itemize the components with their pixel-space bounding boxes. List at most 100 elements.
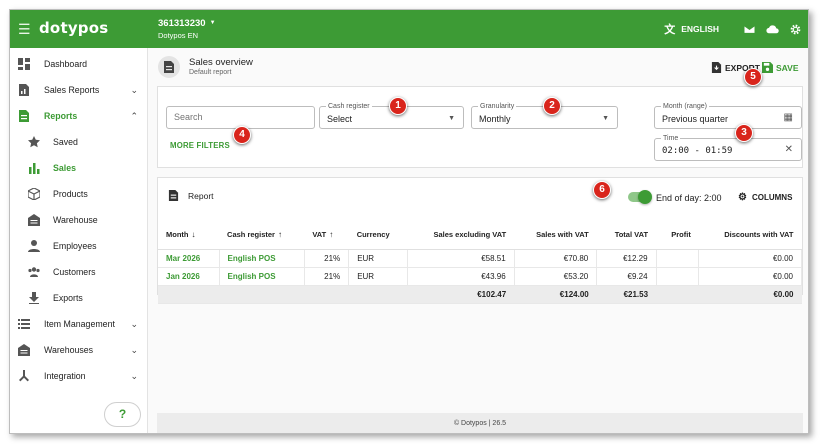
chevron-down-icon: ⌄ xyxy=(130,344,138,355)
table-cell xyxy=(158,285,220,304)
translate-icon: 文 xyxy=(664,24,676,36)
footer: © Dotypos | 26.5 xyxy=(157,413,803,433)
column-header-cash-register[interactable]: Cash register ↑ xyxy=(219,221,305,250)
column-header-currency[interactable]: Currency xyxy=(348,221,408,250)
sidebar-item-label: Products xyxy=(53,189,88,199)
table-cell xyxy=(656,249,700,268)
table-cell: €9.24 xyxy=(596,267,657,286)
sidebar-item-label: Warehouses xyxy=(44,345,94,355)
column-header-sales-with-vat[interactable]: Sales with VAT xyxy=(514,221,597,250)
columns-button[interactable]: ⚙ COLUMNS xyxy=(738,192,792,203)
sidebar-item-warehouses[interactable]: Warehouses ⌄ xyxy=(10,337,148,363)
sidebar-item-label: Dashboard xyxy=(44,59,88,69)
sidebar-item-label: Warehouse xyxy=(53,215,98,225)
document-icon xyxy=(168,190,179,201)
callout-badge-3: 3 xyxy=(735,124,753,142)
field-value: Monthly xyxy=(479,114,511,124)
calendar-icon[interactable]: ▦ xyxy=(784,112,793,123)
total-vat: €21.53 xyxy=(596,285,657,304)
total-sales-with-vat: €124.00 xyxy=(514,285,597,304)
table-header-row: Month ↓ Cash register ↑ VAT ↑ Currency Sale… xyxy=(158,221,802,250)
end-of-day-toggle[interactable] xyxy=(628,190,652,204)
report-header: Report xyxy=(168,190,214,201)
sidebar-item-saved[interactable]: Saved xyxy=(10,129,148,155)
table-cell xyxy=(656,285,699,304)
gear-icon: ⚙ xyxy=(738,192,747,203)
list-icon xyxy=(18,319,30,329)
sidebar-item-dashboard[interactable]: Dashboard xyxy=(10,51,148,77)
caret-down-icon: ▼ xyxy=(209,20,216,26)
document-icon xyxy=(158,56,180,78)
warehouse-icon xyxy=(18,344,30,356)
close-icon[interactable]: ✕ xyxy=(785,144,793,155)
bar-chart-icon xyxy=(29,163,40,174)
dropdown-arrow-icon: ▼ xyxy=(602,115,609,122)
cloud-icon[interactable] xyxy=(766,23,779,36)
mail-icon[interactable] xyxy=(743,23,756,36)
field-label: Granularity xyxy=(478,102,517,111)
search-input[interactable] xyxy=(174,112,294,122)
sidebar-item-employees[interactable]: Employees xyxy=(10,233,148,259)
sidebar-item-sales-reports[interactable]: Sales Reports ⌄ xyxy=(10,77,148,103)
table-cell: €58.51 xyxy=(407,249,515,268)
total-discounts: €0.00 xyxy=(698,285,802,304)
sidebar-item-customers[interactable]: Customers xyxy=(10,259,148,285)
totals-row: €102.47 €124.00 €21.53 €0.00 xyxy=(158,285,802,304)
table-cell xyxy=(656,267,700,286)
star-icon xyxy=(28,136,40,148)
table-cell xyxy=(304,285,349,304)
time-range-field[interactable]: Time 02:00 - 01:59 ✕ xyxy=(654,134,802,161)
filters-panel: Cash register Select ▼ Granularity Month… xyxy=(157,86,803,168)
report-card: Report End of day: 2:00 ⚙ COLUMNS Month ↓… xyxy=(157,177,803,304)
column-header-vat[interactable]: VAT ↑ xyxy=(304,221,349,250)
month-link[interactable]: Mar 2026 xyxy=(158,249,220,268)
sidebar-item-label: Employees xyxy=(53,241,97,251)
report-icon xyxy=(19,84,29,96)
floppy-icon xyxy=(762,62,773,73)
app-window: ☰ dotypos 361313230 ▼ Dotypos EN 文 ENGLIS… xyxy=(9,9,809,434)
menu-icon[interactable]: ☰ xyxy=(18,22,31,36)
month-link[interactable]: Jan 2026 xyxy=(158,267,220,286)
sidebar-item-item-management[interactable]: Item Management ⌄ xyxy=(10,311,148,337)
account-switcher[interactable]: 361313230 ▼ Dotypos EN xyxy=(158,18,216,40)
top-bar: ☰ dotypos 361313230 ▼ Dotypos EN 文 ENGLIS… xyxy=(10,10,808,48)
sidebar-item-products[interactable]: Products xyxy=(10,181,148,207)
help-button[interactable]: ? xyxy=(104,402,141,427)
table-cell: €0.00 xyxy=(698,267,802,286)
page-title: Sales overview xyxy=(189,57,253,68)
column-header-discounts[interactable]: Discounts with VAT xyxy=(698,221,802,250)
logo: dotypos xyxy=(39,19,109,37)
sidebar-item-integration[interactable]: Integration ⌄ xyxy=(10,363,148,389)
column-header-sales-excl-vat[interactable]: Sales excluding VAT xyxy=(407,221,515,250)
field-label: Month (range) xyxy=(661,102,709,111)
cash-register-link[interactable]: English POS xyxy=(219,267,305,286)
box-icon xyxy=(28,188,40,200)
sidebar-item-exports[interactable]: Exports xyxy=(10,285,148,311)
sidebar-item-warehouse[interactable]: Warehouse xyxy=(10,207,148,233)
table-cell xyxy=(219,285,305,304)
table-cell xyxy=(348,285,408,304)
sidebar-item-label: Saved xyxy=(53,137,78,147)
column-header-month[interactable]: Month ↓ xyxy=(158,221,220,250)
language-button[interactable]: 文 ENGLISH xyxy=(664,21,719,37)
cash-register-link[interactable]: English POS xyxy=(219,249,305,268)
gear-icon[interactable] xyxy=(789,23,802,36)
dashboard-icon xyxy=(18,58,30,70)
table-cell: €43.96 xyxy=(407,267,515,286)
callout-badge-1: 1 xyxy=(389,97,407,115)
more-filters-button[interactable]: MORE FILTERS xyxy=(170,141,230,150)
month-range-field[interactable]: Month (range) Previous quarter ▦ xyxy=(654,102,802,129)
arrow-down-icon: ↓ xyxy=(191,230,196,240)
column-header-profit[interactable]: Profit xyxy=(656,221,699,250)
callout-badge-5: 5 xyxy=(744,68,762,86)
column-header-total-vat[interactable]: Total VAT xyxy=(596,221,657,250)
table-cell: €53.20 xyxy=(514,267,598,286)
sidebar-item-sales[interactable]: Sales xyxy=(10,155,148,181)
save-label: SAVE xyxy=(776,62,799,73)
save-button[interactable]: SAVE xyxy=(762,62,799,73)
table-cell: EUR xyxy=(348,267,409,286)
sidebar-item-label: Customers xyxy=(53,267,96,277)
sidebar-item-reports[interactable]: Reports ⌃ xyxy=(10,103,148,129)
field-label: Time xyxy=(661,134,681,143)
language-label: ENGLISH xyxy=(681,24,719,34)
